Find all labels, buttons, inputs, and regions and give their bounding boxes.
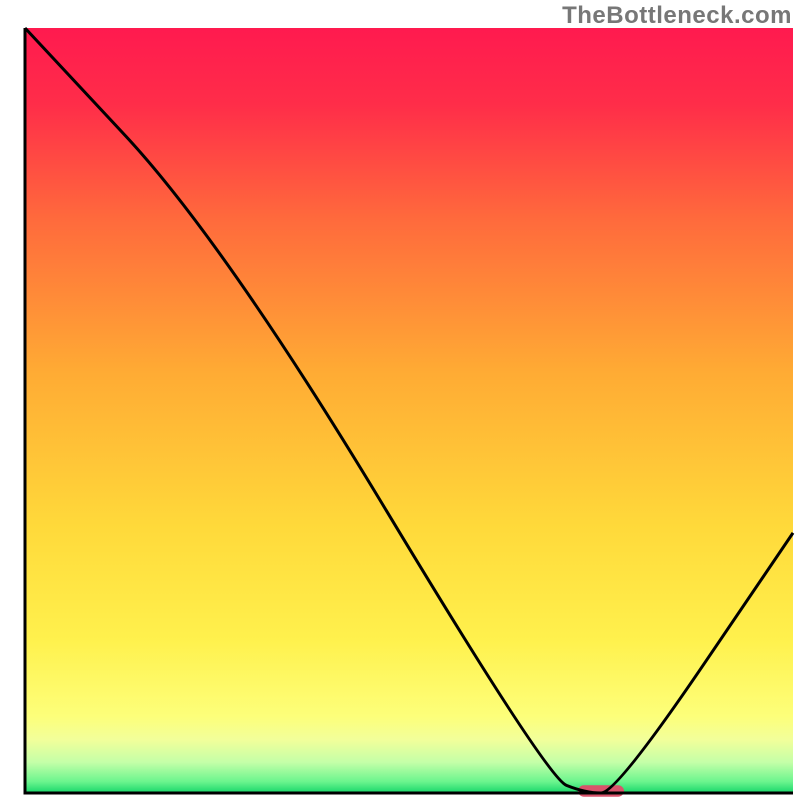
chart-frame: TheBottleneck.com xyxy=(0,0,800,800)
gradient-background xyxy=(25,28,793,793)
bottleneck-chart xyxy=(0,0,800,800)
watermark-text: TheBottleneck.com xyxy=(562,2,792,30)
